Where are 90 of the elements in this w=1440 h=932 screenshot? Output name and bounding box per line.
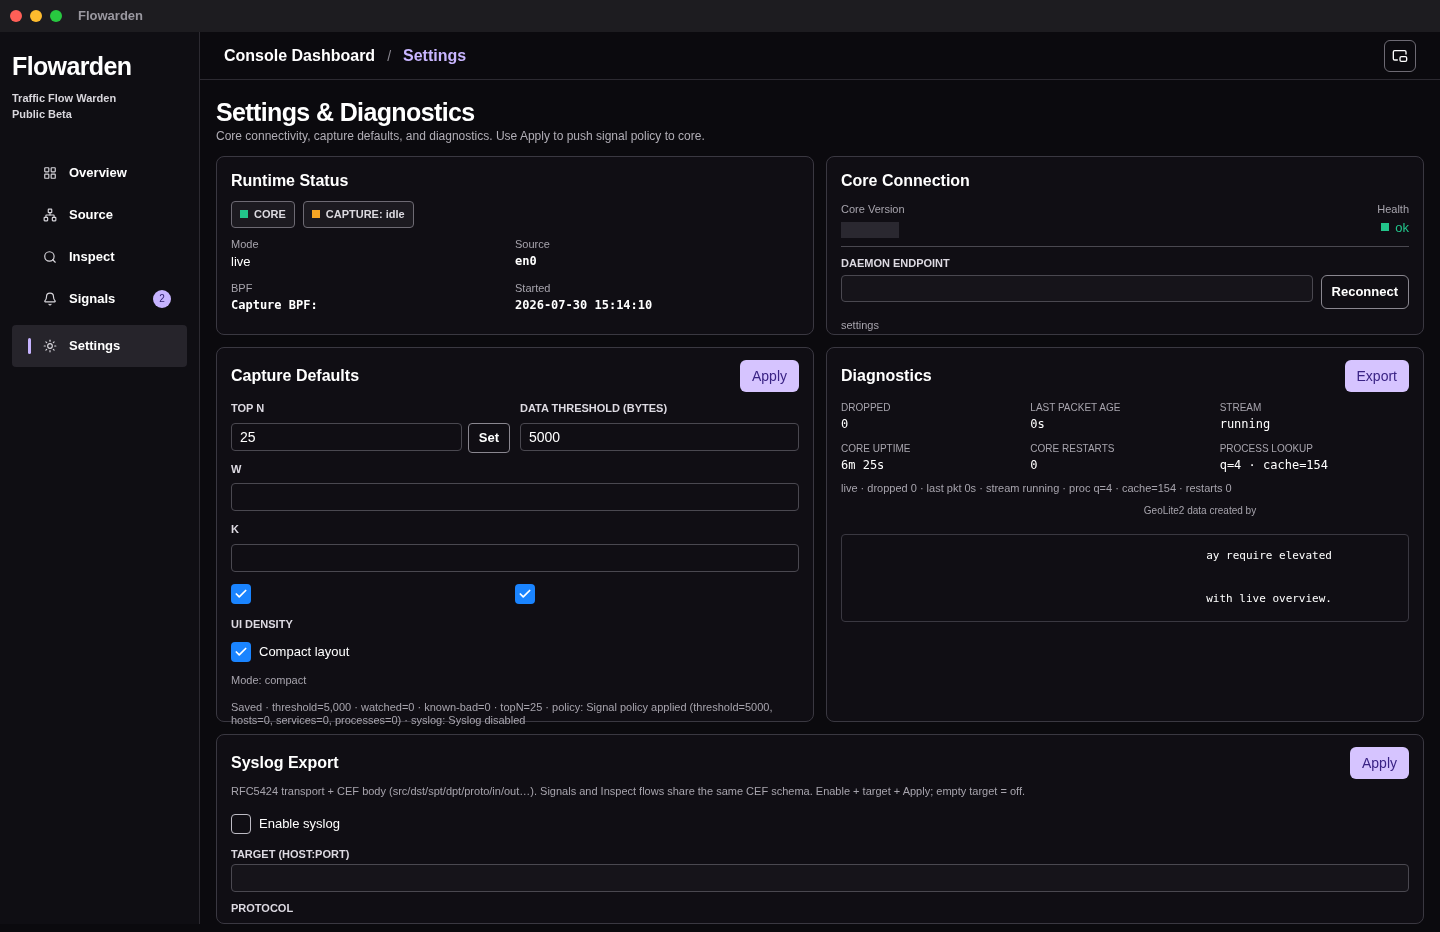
log-line: ay require elevated: [1206, 547, 1332, 564]
field-label: TARGET (HOST:PORT): [231, 846, 351, 862]
status-badge: CORE: [231, 201, 295, 228]
apply-button[interactable]: Apply: [739, 360, 799, 392]
checkbox[interactable]: [231, 813, 251, 834]
description-text: RFC5424 transport + CEF body (src/dst/spt/dpt/proto/in/out…). Signals and Inspect flows share the same CEF schema. Enable + target + Apply; empty target = off.: [231, 784, 1027, 799]
status-badge: CAPTURE: idle: [302, 201, 414, 228]
redacted-block: [841, 221, 899, 238]
maximize-icon[interactable]: [50, 10, 62, 22]
checkbox-label: Compact layout: [259, 643, 350, 662]
set-button[interactable]: Set: [467, 422, 510, 453]
edition-label: Public Beta: [12, 107, 73, 122]
nav-item[interactable]: Inspect: [12, 240, 187, 273]
field-label: K: [231, 522, 240, 537]
stat-value: 0: [1030, 457, 1039, 474]
field-label: Mode: [231, 236, 260, 252]
checkbox-label: Enable syslog: [259, 814, 340, 833]
field-label: Health: [1377, 202, 1409, 217]
stat-value: q=4 · cache=154: [1219, 457, 1330, 474]
note-text: settings: [841, 317, 880, 333]
nav-item[interactable]: Source: [12, 198, 187, 231]
stat-value: 0: [841, 416, 850, 433]
nav-icon: [43, 165, 57, 180]
field-label: DAEMON ENDPOINT: [841, 255, 951, 271]
apply-button[interactable]: Apply: [1349, 747, 1409, 779]
nav-icon: [43, 249, 57, 264]
stat-label: PROCESS LOOKUP: [1219, 442, 1314, 456]
attribution-text: GeoLite2 data created by: [1143, 503, 1257, 518]
log-line: with live overview.: [1206, 590, 1332, 607]
stat-value: 0s: [1030, 416, 1046, 433]
field-label: PROTOCOL: [231, 901, 295, 916]
reconnect-button[interactable]: Reconnect: [1320, 275, 1409, 309]
input-field[interactable]: [231, 864, 1409, 892]
input-field[interactable]: 25: [231, 422, 462, 451]
card-title: Capture Defaults: [231, 366, 360, 386]
field-label: UI DENSITY: [231, 616, 294, 632]
card-title: Syslog Export: [231, 753, 339, 773]
window-title: Flowarden: [78, 7, 143, 26]
count-badge: 2: [153, 289, 171, 308]
field-label: DATA THRESHOLD (BYTES): [520, 401, 669, 416]
brand-title: Flowarden: [12, 51, 133, 82]
stat-label: CORE RESTARTS: [1030, 442, 1116, 456]
stat-label: CORE UPTIME: [841, 442, 912, 456]
input-field[interactable]: [841, 275, 1313, 302]
stat-value: running: [1219, 416, 1272, 433]
diagnostics-summary: live · dropped 0 · last pkt 0s · stream running · proc q=4 · cache=154 · restarts 0: [841, 481, 1233, 496]
nav-item[interactable]: Overview: [12, 156, 187, 189]
field-value: live: [231, 253, 252, 271]
field-label: Started: [515, 280, 552, 296]
field-label: Source: [515, 236, 551, 252]
nav-icon: [43, 207, 57, 222]
brand-tagline: Traffic Flow Warden: [12, 90, 118, 106]
stat-label: STREAM: [1219, 401, 1263, 415]
export-button[interactable]: Export: [1344, 360, 1409, 392]
page-subtitle: Core connectivity, capture defaults, and diagnostics. Use Apply to push signal policy to core.: [216, 128, 706, 144]
close-icon[interactable]: [10, 10, 22, 22]
input-field[interactable]: [231, 543, 799, 572]
nav-icon: [43, 338, 57, 353]
checkbox[interactable]: [515, 583, 535, 604]
field-label: W: [231, 461, 243, 477]
page-title: Settings & Diagnostics: [216, 97, 476, 128]
card-title: Diagnostics: [841, 366, 932, 386]
minimize-icon[interactable]: [30, 10, 42, 22]
saved-summary: Saved · threshold=5,000 · watched=0 · known-bad=0 · topN=25 · policy: Signal policy applied (threshold=5000, hosts=0, services=0, processes=0) · syslog: Syslog disabled: [231, 700, 774, 727]
breadcrumb-separator: /: [387, 46, 392, 66]
nav-item[interactable]: Signals 2: [12, 282, 187, 315]
stat-label: LAST PACKET AGE: [1030, 401, 1122, 415]
checkmark-icon: [234, 645, 248, 659]
health-value: ok: [1395, 218, 1409, 237]
field-value: en0: [515, 253, 538, 270]
checkbox[interactable]: [231, 642, 251, 662]
field-value: 2026-07-30 15:14:10: [515, 297, 654, 314]
field-value: Capture BPF:: [231, 297, 319, 314]
stat-label: DROPPED: [841, 401, 892, 415]
input-field[interactable]: [231, 483, 799, 511]
field-label: BPF: [231, 280, 254, 296]
nav-item[interactable]: Settings: [12, 324, 187, 367]
mode-text: Mode: compact: [231, 673, 308, 688]
field-label: TOP N: [231, 401, 266, 416]
card-title: Core Connection: [841, 171, 971, 191]
breadcrumb-link[interactable]: Console Dashboard: [224, 43, 376, 68]
field-label: Core Version: [841, 202, 905, 217]
checkbox[interactable]: [231, 583, 251, 604]
picture-in-picture-button[interactable]: [1384, 39, 1416, 72]
stat-value: 6m 25s: [841, 457, 886, 474]
nav-icon: [43, 291, 57, 306]
picture-in-picture-icon: [1392, 47, 1408, 64]
breadcrumb-current: Settings: [403, 45, 467, 66]
input-field[interactable]: 5000: [520, 422, 799, 451]
card-title: Runtime Status: [231, 171, 350, 191]
